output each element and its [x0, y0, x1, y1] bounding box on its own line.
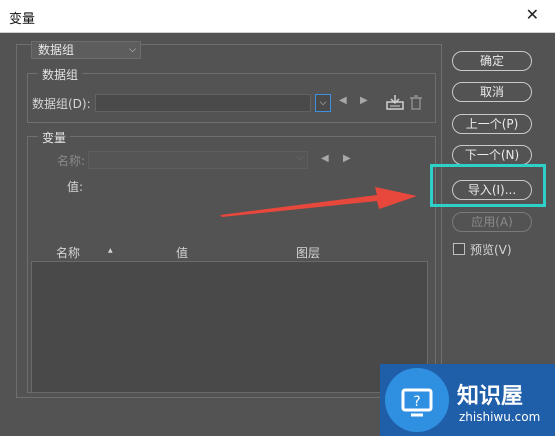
- next-button[interactable]: 下一个(N): [452, 145, 532, 165]
- name-label: 名称:: [57, 154, 86, 168]
- import-highlight-box: [430, 164, 546, 207]
- chevron-down-icon: ⌵: [319, 98, 327, 108]
- preview-checkbox[interactable]: [453, 243, 465, 255]
- close-icon[interactable]: ✕: [526, 6, 539, 24]
- title-bar: 变量 ✕: [0, 0, 555, 33]
- column-header-layer[interactable]: 图层: [296, 244, 320, 261]
- dataset-group-legend: 数据组: [38, 66, 83, 83]
- annotation-arrow: [220, 187, 417, 217]
- chevron-down-icon: ⌵: [129, 45, 136, 55]
- dialog-title: 变量: [9, 12, 36, 27]
- column-header-value[interactable]: 值: [176, 244, 188, 261]
- watermark-logo: ?: [385, 368, 449, 432]
- variable-list[interactable]: [31, 261, 428, 393]
- previous-variable-icon[interactable]: ◀: [321, 153, 329, 164]
- cancel-button[interactable]: 取消: [452, 82, 532, 102]
- name-select[interactable]: ⌵: [88, 151, 308, 169]
- dataset-dropdown-button[interactable]: ⌵: [315, 94, 331, 112]
- ok-button[interactable]: 确定: [452, 51, 532, 71]
- variable-group-legend: 变量: [38, 129, 71, 146]
- variables-dialog: 变量 ✕ 数据组 ⌵ 数据组 数据组(D): ⌵ ◀ ▶ 变量 名称: ⌵ ◀ …: [0, 0, 555, 436]
- dataset-field[interactable]: [95, 94, 311, 112]
- mode-select-value: 数据组: [38, 43, 75, 57]
- dataset-label: 数据组(D):: [32, 97, 91, 111]
- value-label: 值:: [67, 180, 84, 194]
- save-dataset-icon[interactable]: [386, 93, 404, 111]
- svg-text:?: ?: [413, 394, 420, 410]
- next-variable-icon[interactable]: ▶: [343, 153, 351, 164]
- sort-ascending-icon: ▲: [108, 247, 113, 254]
- monitor-question-icon: ?: [401, 388, 433, 417]
- column-header-name[interactable]: 名称: [56, 244, 80, 261]
- apply-button[interactable]: 应用(A): [452, 212, 532, 232]
- next-dataset-icon[interactable]: ▶: [360, 95, 368, 106]
- chevron-down-icon: ⌵: [296, 153, 303, 163]
- preview-label: 预览(V): [470, 243, 512, 257]
- trash-icon[interactable]: [409, 94, 423, 110]
- previous-dataset-icon[interactable]: ◀: [339, 95, 347, 106]
- previous-button[interactable]: 上一个(P): [452, 114, 532, 134]
- watermark-brand: 知识屋: [457, 384, 524, 409]
- watermark-url: zhishiwu.com: [459, 410, 541, 424]
- mode-select[interactable]: 数据组 ⌵: [31, 41, 141, 59]
